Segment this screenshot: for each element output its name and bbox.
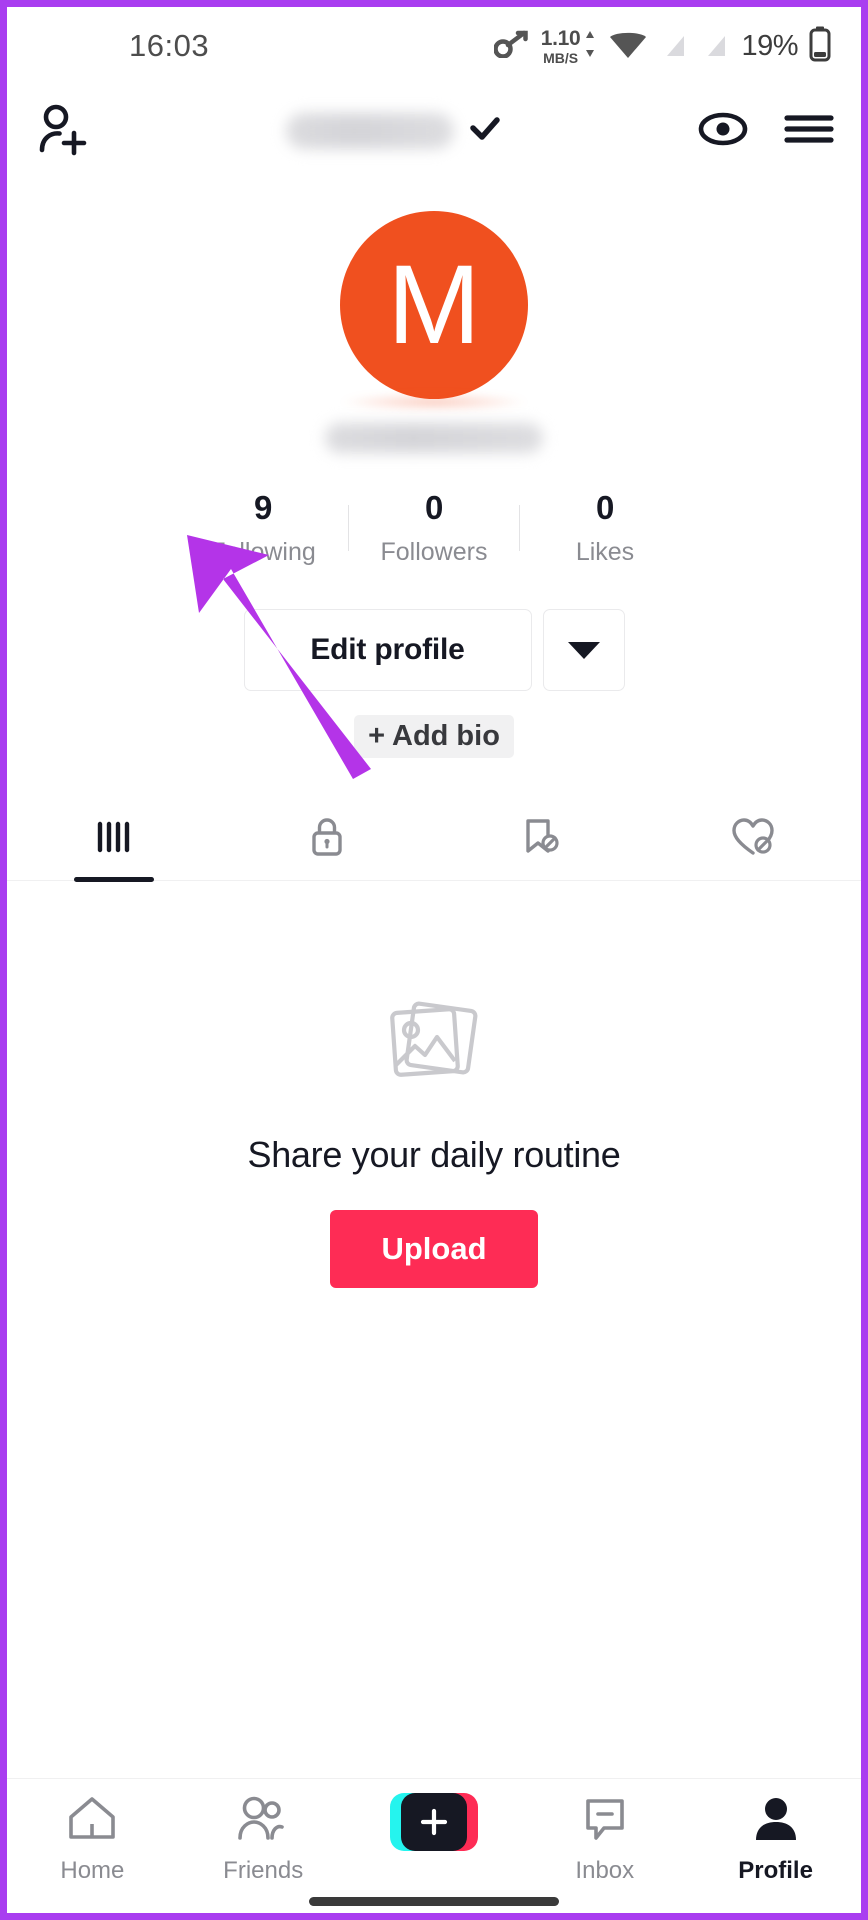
heart-hidden-icon <box>728 813 780 866</box>
hamburger-menu-icon[interactable] <box>783 109 835 154</box>
sim-2-no-signal-icon <box>700 28 730 65</box>
tab-liked[interactable] <box>648 798 862 880</box>
nav-label: Profile <box>738 1857 813 1884</box>
inbox-message-icon <box>578 1793 632 1850</box>
status-bar: 16:03 1.10 MB/S 19% <box>7 7 861 85</box>
edit-profile-button[interactable]: Edit profile <box>243 609 532 691</box>
stat-followers[interactable]: 0 Followers <box>349 489 519 567</box>
nav-item-inbox[interactable]: Inbox <box>519 1793 690 1885</box>
stat-value: 9 <box>254 489 272 526</box>
network-speed-unit: MB/S <box>543 49 579 66</box>
username-dropdown[interactable] <box>91 113 697 149</box>
eye-icon[interactable] <box>697 109 749 154</box>
create-plus-icon[interactable] <box>389 1793 478 1851</box>
profile-more-button[interactable] <box>542 609 625 691</box>
add-bio-button[interactable]: + Add bio <box>354 715 514 758</box>
tab-private[interactable] <box>221 798 435 880</box>
home-icon <box>65 1793 119 1850</box>
grid-posts-icon <box>90 815 138 864</box>
stat-value: 0 <box>596 489 614 526</box>
vpn-key-icon <box>493 30 530 63</box>
empty-state: Share your daily routine Upload <box>7 881 861 1778</box>
nav-label: Friends <box>223 1857 304 1884</box>
avatar[interactable]: M <box>340 211 528 399</box>
chevron-down-icon <box>567 641 600 659</box>
photo-stack-icon <box>382 991 486 1096</box>
stat-following[interactable]: 9 Following <box>178 489 348 567</box>
nav-label: Inbox <box>575 1857 635 1884</box>
stat-label: Followers <box>380 538 488 566</box>
tab-posts[interactable] <box>7 798 221 882</box>
battery-icon <box>809 26 831 67</box>
profile-section: M 9 Following 0 Followers 0 Likes Edit p… <box>7 177 862 882</box>
empty-state-title: Share your daily routine <box>247 1134 621 1175</box>
profile-tabs <box>7 798 862 882</box>
stat-value: 0 <box>425 489 443 526</box>
stat-likes[interactable]: 0 Likes <box>520 489 690 567</box>
upload-button[interactable]: Upload <box>330 1210 538 1288</box>
create-center <box>400 1793 467 1851</box>
username-masked <box>286 113 454 149</box>
nav-item-home[interactable]: Home <box>7 1793 178 1885</box>
lock-icon <box>306 813 348 866</box>
avatar-glow <box>339 393 529 411</box>
avatar-letter: M <box>387 242 481 367</box>
profile-actions: Edit profile <box>7 609 861 691</box>
data-transfer-icon <box>583 29 597 64</box>
handle-masked <box>325 423 543 453</box>
sim-1-no-signal-icon <box>659 28 689 65</box>
profile-app-header <box>7 85 861 177</box>
network-speed: 1.10 MB/S <box>541 28 598 65</box>
check-icon <box>468 114 502 149</box>
person-add-icon[interactable] <box>33 100 91 163</box>
profile-stats: 9 Following 0 Followers 0 Likes <box>7 489 861 567</box>
wifi-icon <box>608 28 648 65</box>
status-bar-clock: 16:03 <box>129 28 210 63</box>
bottom-navigation: Home Friends Inbox Profile <box>7 1778 861 1913</box>
battery-percent-label: 19% <box>741 29 798 62</box>
nav-label: Home <box>60 1857 125 1884</box>
home-gesture-bar <box>309 1897 559 1906</box>
friends-icon <box>234 1793 292 1850</box>
phone-screen: 16:03 1.10 MB/S 19% M 9 Following 0 Foll… <box>0 0 868 1920</box>
nav-item-profile[interactable]: Profile <box>690 1793 861 1885</box>
status-bar-icons: 1.10 MB/S 19% <box>493 26 831 67</box>
stat-label: Following <box>210 538 316 566</box>
nav-item-create[interactable] <box>349 1793 520 1858</box>
tab-saved[interactable] <box>434 798 648 880</box>
person-filled-icon <box>749 1793 803 1850</box>
network-speed-value: 1.10 <box>540 26 581 50</box>
tab-active-indicator <box>73 876 154 882</box>
bookmark-hidden-icon <box>517 813 565 866</box>
stat-label: Likes <box>575 538 635 566</box>
nav-item-friends[interactable]: Friends <box>178 1793 349 1885</box>
